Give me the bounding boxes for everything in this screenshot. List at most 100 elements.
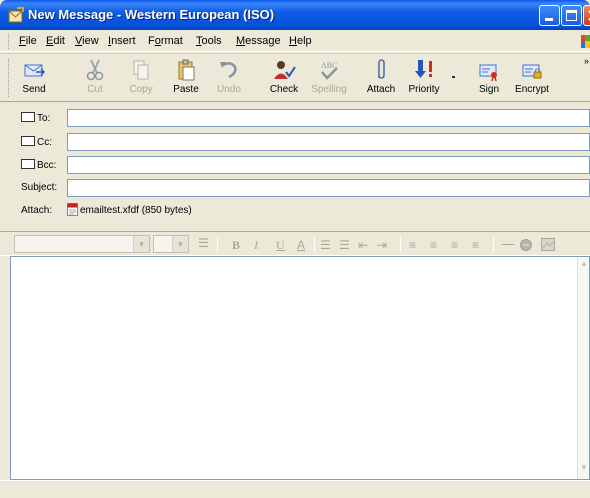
align-center-icon[interactable]: ≡ [430,238,437,252]
attach-label: Attach [366,84,396,95]
title-bar[interactable]: New Message - Western European (ISO) [0,0,590,30]
menu-edit-label: dit [53,35,65,47]
paperclip-icon [378,59,385,79]
to-label[interactable]: To: [21,112,50,124]
font-color-button[interactable]: A [297,238,305,252]
menu-message[interactable]: Message [236,35,281,47]
address-book-icon [21,159,35,169]
copy-button[interactable]: Copy [121,56,161,100]
cc-label-text: Cc: [37,137,52,148]
attachment-item[interactable]: emailtest.xfdf (850 bytes) [67,203,192,216]
vertical-scrollbar[interactable]: ▲ ▼ [577,257,589,479]
chevron-down-icon: ▾ [172,236,188,252]
menu-format-label: rmat [160,35,183,47]
to-label-text: To: [37,113,51,124]
toolbar-grip[interactable] [8,59,11,97]
scroll-up-icon[interactable]: ▲ [579,259,589,273]
formatting-toolbar: ▾ ▾ ☰ B I U A ☰ ☰ ⇤ ⇥ ≡ ≡ ≡ ≡ [0,231,590,256]
sign-label: Sign [478,84,499,95]
sign-button[interactable]: Sign [471,56,507,100]
insert-picture-icon[interactable] [541,238,555,251]
bcc-label[interactable]: Bcc: [21,159,56,171]
menu-file-key: F [19,35,26,47]
to-field[interactable] [67,109,590,127]
font-size-select[interactable]: ▾ [153,235,189,253]
send-button[interactable]: Send [14,56,54,100]
numbered-list-icon[interactable]: ☰ [320,238,331,252]
spelling-button[interactable]: ABC Spelling [307,56,351,100]
menu-format[interactable]: Format [148,35,183,47]
sign-icon [479,64,497,81]
close-button[interactable] [583,5,590,26]
undo-button[interactable]: Undo [209,56,249,100]
menu-insert-label: nsert [111,35,136,47]
main-toolbar: Send Cut Copy Paste Undo Check ABC Spell… [0,53,590,102]
menu-bar: File Edit View Insert Format Tools Messa… [0,30,590,52]
spelling-icon: ABC [321,61,338,80]
horizontal-line-icon[interactable] [502,244,514,245]
encrypt-button[interactable]: Encrypt [510,56,554,100]
italic-button[interactable]: I [254,238,258,253]
underline-button[interactable]: U [276,238,285,253]
to-row: To: [0,107,590,128]
cut-button[interactable]: Cut [75,56,115,100]
message-body[interactable]: ▲ ▼ [10,256,590,480]
maximize-icon [566,10,577,21]
priority-button[interactable]: Priority [402,56,446,100]
bcc-field[interactable] [67,156,590,174]
menu-format-pre: F [148,35,155,47]
increase-indent-icon[interactable]: ⇥ [377,238,387,252]
decrease-indent-icon[interactable]: ⇤ [358,238,368,252]
address-book-icon [21,112,35,122]
priority-dropdown-icon[interactable] [452,76,455,78]
subject-field[interactable] [67,179,590,197]
bcc-label-text: Bcc: [37,160,57,171]
paste-button[interactable]: Paste [166,56,206,100]
status-bar [0,480,590,498]
menu-tools-label: ools [201,35,222,47]
new-message-icon [8,7,24,23]
scroll-down-icon[interactable]: ▼ [579,463,589,477]
maximize-button[interactable] [561,5,582,26]
window-title: New Message - Western European (ISO) [28,7,275,22]
menu-insert[interactable]: Insert [108,35,136,47]
menu-tools[interactable]: Tools [196,35,222,47]
insert-hyperlink-icon[interactable] [519,238,533,252]
copy-label: Copy [129,84,153,95]
toolbar-overflow-icon[interactable]: » [584,56,589,66]
bold-button[interactable]: B [232,238,240,253]
check-label: Check [269,84,299,95]
toolbar-separator [400,237,401,252]
scissors-icon [86,59,104,81]
windows-logo-icon [581,35,590,48]
align-left-icon[interactable]: ≡ [409,238,416,252]
menu-message-key: M [236,35,246,47]
undo-label: Undo [217,84,241,95]
subject-label: Subject: [21,182,58,193]
cc-field[interactable] [67,133,590,151]
menu-edit[interactable]: Edit [46,35,65,47]
check-names-icon [274,61,296,79]
encrypt-icon [522,64,542,79]
font-name-select[interactable]: ▾ [14,235,150,253]
bullet-list-icon[interactable]: ☰ [339,238,350,252]
attach-button[interactable]: Attach [361,56,401,100]
align-right-icon[interactable]: ≡ [451,238,458,252]
menu-view[interactable]: View [75,35,99,47]
paste-icon [178,59,195,81]
cc-label[interactable]: Cc: [21,136,52,148]
paragraph-style-icon[interactable]: ☰ [198,236,209,250]
minimize-button[interactable] [539,5,560,26]
menu-file[interactable]: File [19,35,37,47]
justify-icon[interactable]: ≡ [472,238,479,252]
menubar-grip[interactable] [8,34,11,49]
paste-label: Paste [173,84,199,95]
menu-help[interactable]: Help [289,35,312,47]
attach-row: Attach: emailtest.xfdf (850 bytes) [0,200,590,221]
check-button[interactable]: Check [264,56,304,100]
cut-label: Cut [87,84,103,95]
menu-help-key: H [289,35,297,47]
menu-help-label: elp [296,35,312,47]
subject-row: Subject: [0,177,590,198]
menu-message-label: essage [245,35,281,47]
